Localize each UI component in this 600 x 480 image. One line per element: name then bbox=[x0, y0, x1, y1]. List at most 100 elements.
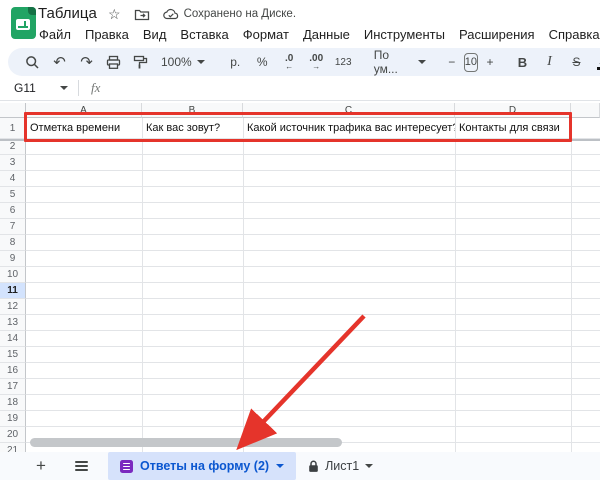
name-box[interactable]: G11 bbox=[0, 81, 78, 95]
redo-icon[interactable]: ↷ bbox=[74, 50, 99, 74]
increase-decimal-button[interactable]: .00 → bbox=[304, 50, 329, 74]
fx-icon: fx bbox=[91, 80, 100, 96]
row-header-6[interactable]: 6 bbox=[0, 203, 26, 219]
select-all-corner[interactable] bbox=[0, 103, 26, 118]
grid-row-14[interactable] bbox=[26, 331, 600, 347]
row-header-1[interactable]: 1 bbox=[0, 118, 26, 139]
row-header-18[interactable]: 18 bbox=[0, 395, 26, 411]
row-header-7[interactable]: 7 bbox=[0, 219, 26, 235]
grid-row-12[interactable] bbox=[26, 299, 600, 315]
chevron-down-icon bbox=[276, 464, 284, 468]
zoom-value: 100% bbox=[161, 55, 192, 69]
spreadsheet-grid[interactable]: ABCD 123456789101112131415161718192021 О… bbox=[0, 103, 600, 452]
grid-row-6[interactable] bbox=[26, 203, 600, 219]
chevron-down-icon bbox=[60, 86, 68, 90]
row-header-15[interactable]: 15 bbox=[0, 347, 26, 363]
chevron-down-icon bbox=[197, 60, 205, 64]
save-status-label: Сохранено на Диске. bbox=[184, 8, 296, 20]
formula-bar: G11 fx bbox=[0, 76, 600, 101]
font-select[interactable]: По ум... bbox=[368, 48, 432, 76]
menu-9[interactable]: Справка bbox=[542, 24, 600, 45]
grid-row-11[interactable] bbox=[26, 283, 600, 299]
row-header-2[interactable]: 2 bbox=[0, 139, 26, 155]
chevron-down-icon bbox=[418, 60, 426, 64]
row-header-11[interactable]: 11 bbox=[0, 283, 26, 299]
menu-2[interactable]: Правка bbox=[78, 24, 136, 45]
grid-row-15[interactable] bbox=[26, 347, 600, 363]
italic-button[interactable]: I bbox=[537, 50, 562, 74]
row-header-10[interactable]: 10 bbox=[0, 267, 26, 283]
grid-row-7[interactable] bbox=[26, 219, 600, 235]
decrease-font-size-button[interactable]: − bbox=[444, 50, 460, 74]
annotation-rectangle bbox=[24, 112, 572, 142]
menu-bar: ФайлПравкаВидВставкаФорматДанныеИнструме… bbox=[32, 24, 600, 45]
google-sheets-window: Таблица ☆ Сохранено на Диске. ФайлПравка… bbox=[0, 0, 600, 480]
all-sheets-icon[interactable] bbox=[68, 452, 94, 480]
paint-format-icon[interactable] bbox=[128, 50, 153, 74]
row-header-17[interactable]: 17 bbox=[0, 379, 26, 395]
undo-icon[interactable]: ↶ bbox=[47, 50, 72, 74]
zoom-select[interactable]: 100% bbox=[155, 55, 211, 69]
menu-6[interactable]: Данные bbox=[296, 24, 357, 45]
tab-label: Ответы на форму (2) bbox=[140, 459, 269, 473]
bold-button[interactable]: B bbox=[510, 50, 535, 74]
row-header-4[interactable]: 4 bbox=[0, 171, 26, 187]
font-size-input[interactable]: 10 bbox=[464, 53, 478, 72]
tab-form-responses[interactable]: Ответы на форму (2) bbox=[108, 452, 296, 480]
cell-reference: G11 bbox=[14, 81, 36, 95]
print-icon[interactable] bbox=[101, 50, 126, 74]
row-header-12[interactable]: 12 bbox=[0, 299, 26, 315]
menu-5[interactable]: Формат bbox=[236, 24, 296, 45]
grid-row-5[interactable] bbox=[26, 187, 600, 203]
row-header-16[interactable]: 16 bbox=[0, 363, 26, 379]
grid-row-18[interactable] bbox=[26, 395, 600, 411]
row-header-3[interactable]: 3 bbox=[0, 155, 26, 171]
grid-row-13[interactable] bbox=[26, 315, 600, 331]
title-bar: Таблица ☆ Сохранено на Диске. ФайлПравка… bbox=[0, 0, 600, 47]
column-header-e[interactable] bbox=[571, 103, 600, 118]
menu-7[interactable]: Инструменты bbox=[357, 24, 452, 45]
increase-font-size-button[interactable]: + bbox=[482, 50, 498, 74]
document-title[interactable]: Таблица bbox=[38, 5, 97, 22]
menu-4[interactable]: Вставка bbox=[173, 24, 235, 45]
tab-sheet1[interactable]: Лист1 bbox=[296, 452, 385, 480]
decrease-decimal-button[interactable]: .0 ← bbox=[277, 50, 302, 74]
grid-row-19[interactable] bbox=[26, 411, 600, 427]
row-header-19[interactable]: 19 bbox=[0, 411, 26, 427]
search-icon[interactable] bbox=[20, 50, 45, 74]
row-header-14[interactable]: 14 bbox=[0, 331, 26, 347]
menu-8[interactable]: Расширения bbox=[452, 24, 542, 45]
grid-row-3[interactable] bbox=[26, 155, 600, 171]
grid-row-16[interactable] bbox=[26, 363, 600, 379]
lock-icon bbox=[308, 460, 319, 473]
grid-row-10[interactable] bbox=[26, 267, 600, 283]
star-icon[interactable]: ☆ bbox=[108, 5, 121, 23]
font-name: По ум... bbox=[374, 48, 410, 76]
form-icon bbox=[120, 460, 133, 473]
currency-format-button[interactable]: р. bbox=[223, 50, 248, 74]
strikethrough-button[interactable]: S bbox=[564, 50, 589, 74]
row-header-9[interactable]: 9 bbox=[0, 251, 26, 267]
chevron-down-icon bbox=[365, 464, 373, 468]
grid-row-17[interactable] bbox=[26, 379, 600, 395]
cloud-saved-icon bbox=[163, 8, 179, 20]
row-header-20[interactable]: 20 bbox=[0, 427, 26, 443]
row-header-5[interactable]: 5 bbox=[0, 187, 26, 203]
move-folder-icon[interactable] bbox=[134, 8, 150, 21]
save-status[interactable]: Сохранено на Диске. bbox=[163, 8, 296, 20]
percent-format-button[interactable]: % bbox=[250, 50, 275, 74]
tab-label: Лист1 bbox=[325, 459, 359, 473]
menu-1[interactable]: Файл bbox=[32, 24, 78, 45]
row-header-21[interactable]: 21 bbox=[0, 443, 26, 452]
text-color-button[interactable]: A bbox=[591, 50, 600, 74]
row-header-8[interactable]: 8 bbox=[0, 235, 26, 251]
grid-row-9[interactable] bbox=[26, 251, 600, 267]
add-sheet-button[interactable]: + bbox=[28, 452, 54, 480]
formula-input[interactable] bbox=[100, 76, 600, 100]
more-formats-button[interactable]: 123 bbox=[331, 50, 356, 74]
menu-3[interactable]: Вид bbox=[136, 24, 174, 45]
grid-row-4[interactable] bbox=[26, 171, 600, 187]
grid-row-8[interactable] bbox=[26, 235, 600, 251]
horizontal-scrollbar[interactable] bbox=[30, 438, 342, 447]
row-header-13[interactable]: 13 bbox=[0, 315, 26, 331]
